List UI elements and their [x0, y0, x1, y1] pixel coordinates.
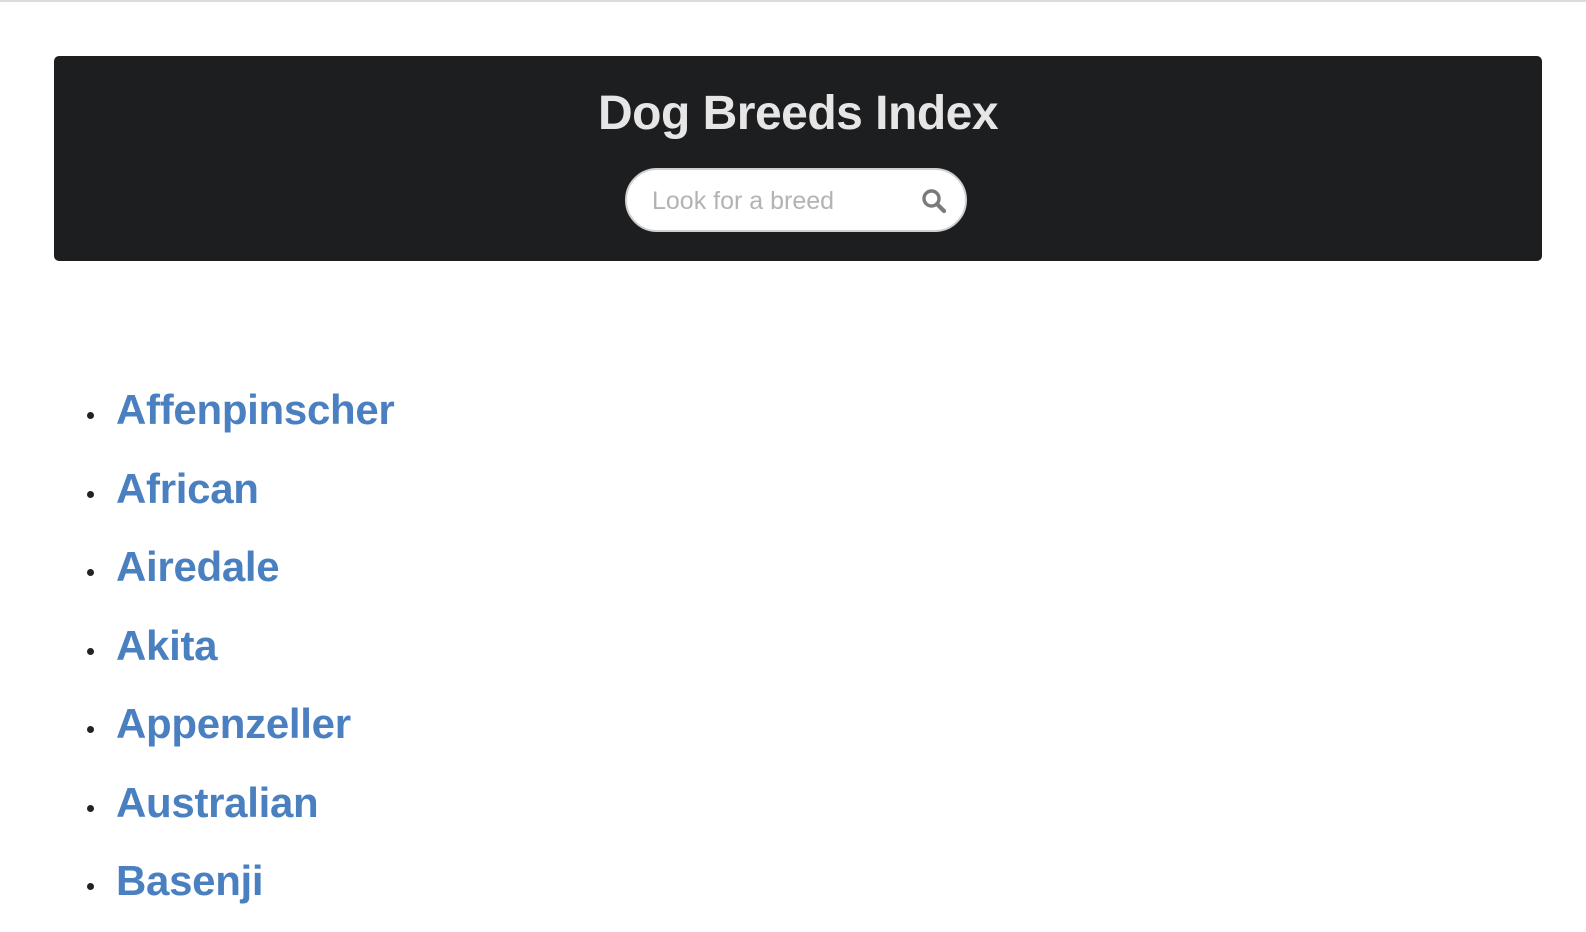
- bullet: [87, 490, 94, 498]
- breed-link-airedale[interactable]: Airedale: [116, 539, 280, 595]
- list-item: Akita: [84, 618, 394, 697]
- breed-list: Affenpinscher African Airedale Akita App…: [84, 382, 395, 932]
- breed-link-australian[interactable]: Australian: [116, 775, 319, 831]
- list-item: Basenji: [84, 853, 394, 932]
- search-icon: [922, 189, 947, 214]
- bullet: [87, 569, 94, 576]
- bullet: [87, 412, 94, 419]
- bullet: [87, 883, 94, 890]
- bullet: [87, 726, 94, 733]
- search-bar: [625, 168, 967, 232]
- search-button[interactable]: [917, 184, 951, 218]
- bullet: [87, 804, 94, 812]
- list-item: Affenpinscher: [84, 382, 395, 461]
- list-item: Airedale: [84, 539, 394, 618]
- list-item: Appenzeller: [84, 696, 394, 775]
- breed-link-african[interactable]: African: [116, 461, 259, 517]
- page-title: Dog Breeds Index: [597, 87, 999, 140]
- breed-link-affenpinscher[interactable]: Affenpinscher: [116, 382, 395, 438]
- breed-link-appenzeller[interactable]: Appenzeller: [116, 696, 351, 752]
- bullet: [87, 647, 94, 655]
- list-item: Australian: [84, 775, 394, 854]
- list-item: African: [84, 461, 394, 540]
- breed-link-basenji[interactable]: Basenji: [116, 853, 264, 909]
- search-input[interactable]: [652, 182, 902, 220]
- top-divider: [0, 0, 1586, 2]
- breed-link-akita[interactable]: Akita: [116, 618, 218, 674]
